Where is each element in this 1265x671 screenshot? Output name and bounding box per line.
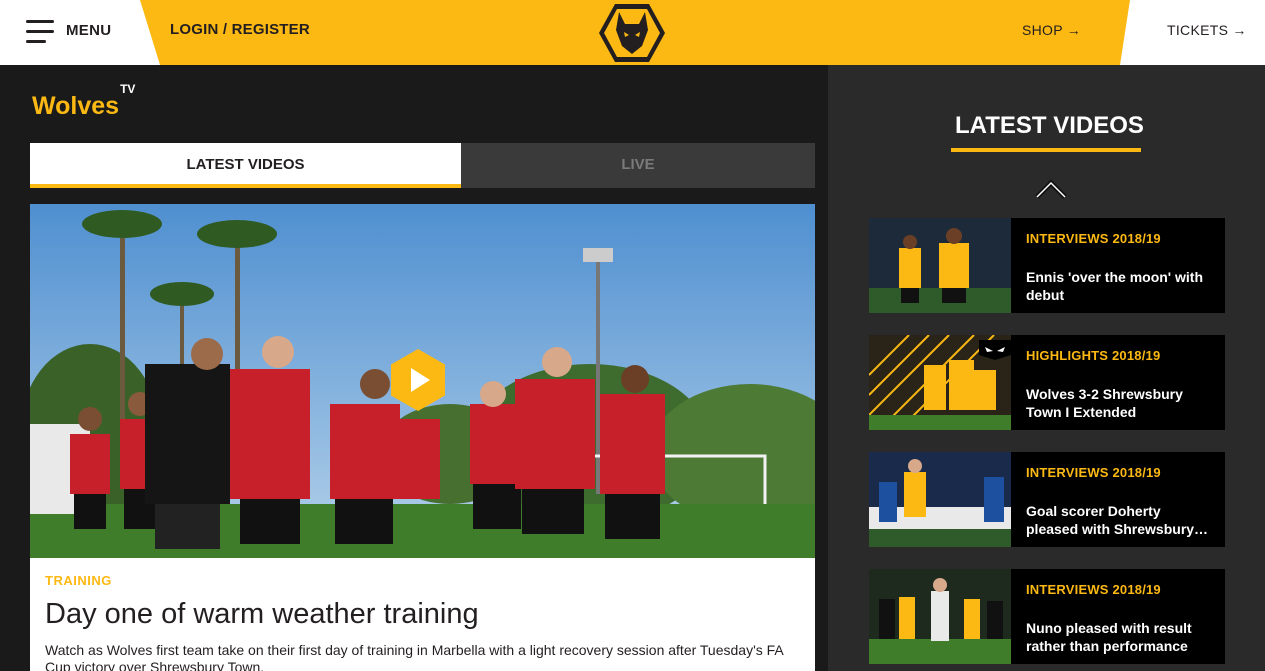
wolves-tv-brand[interactable]: WolvesTV [32,82,135,121]
tab-live[interactable]: LIVE [461,143,815,188]
featured-description: Watch as Wolves first team take on their… [45,642,783,671]
video-title[interactable]: Ennis 'over the moon' with debut [1026,268,1216,304]
video-category: HIGHLIGHTS 2018/19 [1026,348,1161,363]
video-thumbnail[interactable] [869,452,1011,547]
video-category: INTERVIEWS 2018/19 [1026,231,1161,246]
featured-title[interactable]: Day one of warm weather training [45,598,479,631]
tickets-link[interactable]: TICKETS → [1167,22,1247,38]
video-category: INTERVIEWS 2018/19 [1026,465,1161,480]
menu-label[interactable]: MENU [66,22,111,39]
featured-video-card[interactable]: TRAINING Day one of warm weather trainin… [30,558,815,671]
video-thumbnail[interactable] [869,218,1011,313]
sidebar-title-underline [951,148,1141,152]
video-title[interactable]: Goal scorer Doherty pleased with Shrewsb… [1026,502,1216,538]
video-item[interactable]: HIGHLIGHTS 2018/19 Wolves 3-2 Shrewsbury… [869,335,1225,430]
tab-latest-videos[interactable]: LATEST VIDEOS [30,143,461,188]
featured-category: TRAINING [45,573,112,588]
video-category: INTERVIEWS 2018/19 [1026,582,1161,597]
sidebar-title: LATEST VIDEOS [955,112,1144,139]
chevron-up-icon[interactable] [1034,178,1068,200]
hamburger-icon[interactable] [26,20,54,44]
login-register-link[interactable]: LOGIN / REGISTER [170,21,310,38]
video-item[interactable]: INTERVIEWS 2018/19 Goal scorer Doherty p… [869,452,1225,547]
video-item[interactable]: INTERVIEWS 2018/19 Ennis 'over the moon'… [869,218,1225,313]
wolves-logo-icon[interactable] [598,2,666,64]
video-title[interactable]: Nuno pleased with result rather than per… [1026,619,1216,655]
brand-sup: TV [120,81,136,96]
shop-link[interactable]: SHOP → [1022,22,1081,38]
video-item[interactable]: INTERVIEWS 2018/19 Nuno pleased with res… [869,569,1225,664]
brand-name: Wolves [32,92,120,120]
video-title[interactable]: Wolves 3-2 Shrewsbury Town I Extended [1026,385,1216,421]
play-icon[interactable] [391,349,445,411]
video-thumbnail[interactable] [869,569,1011,664]
video-thumbnail[interactable] [869,335,1011,430]
